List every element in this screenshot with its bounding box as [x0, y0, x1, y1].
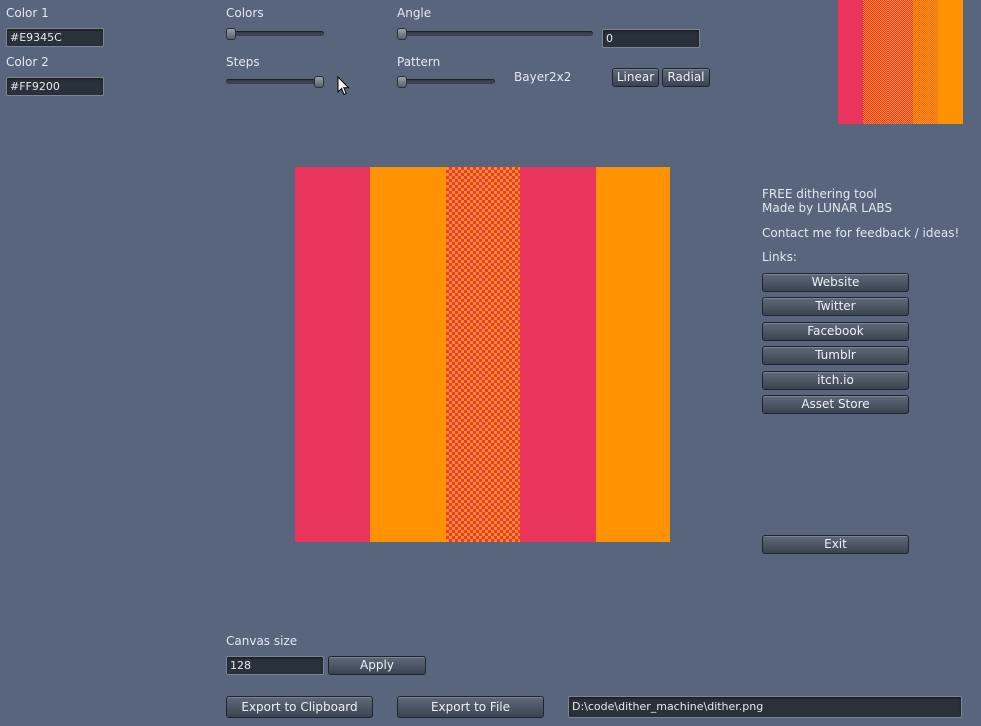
pattern-slider-track	[397, 79, 495, 84]
exit-button[interactable]: Exit	[762, 535, 909, 554]
colors-label: Colors	[226, 6, 264, 20]
colors-slider-track	[226, 31, 324, 36]
angle-label: Angle	[397, 6, 432, 20]
angle-value-field[interactable]: 0	[602, 29, 700, 48]
color1-field[interactable]: #E9345C	[6, 28, 104, 47]
pattern-slider-handle[interactable]	[397, 76, 407, 88]
steps-label: Steps	[226, 55, 260, 69]
thumbnail-band-2	[863, 0, 888, 124]
info-line-2: Made by LUNAR LABS	[762, 201, 893, 215]
color2-field[interactable]: #FF9200	[6, 77, 104, 96]
info-line-1: FREE dithering tool	[762, 187, 877, 201]
thumbnail-band-3	[888, 0, 913, 124]
twitter-button[interactable]: Twitter	[762, 297, 909, 316]
pattern-label: Pattern	[397, 55, 441, 69]
colors-slider[interactable]	[226, 27, 324, 41]
apply-button[interactable]: Apply	[328, 656, 426, 675]
linear-button[interactable]: Linear	[612, 68, 659, 87]
steps-slider[interactable]	[226, 75, 324, 89]
color2-label: Color 2	[6, 55, 49, 69]
facebook-button[interactable]: Facebook	[762, 322, 909, 341]
canvas-size-field[interactable]: 128	[226, 656, 324, 675]
dither-band-solid-color2	[596, 167, 670, 542]
dither-band-solid-color1	[295, 167, 370, 542]
pattern-name: Bayer2x2	[514, 70, 572, 84]
canvas-size-label: Canvas size	[226, 634, 298, 648]
itchio-button[interactable]: itch.io	[762, 371, 909, 390]
pattern-slider[interactable]	[397, 75, 495, 89]
color1-label: Color 1	[6, 6, 49, 20]
contact-text: Contact me for feedback / ideas!	[762, 226, 960, 240]
tumblr-button[interactable]: Tumblr	[762, 346, 909, 365]
colors-slider-handle[interactable]	[226, 28, 236, 40]
angle-slider[interactable]	[397, 27, 593, 41]
mouse-pointer-icon	[337, 76, 350, 96]
thumbnail-band-4	[913, 0, 938, 124]
steps-slider-track	[226, 79, 324, 84]
radial-button[interactable]: Radial	[662, 68, 710, 87]
export-path-field[interactable]: D:\code\dither_machine\dither.png	[568, 696, 962, 718]
export-file-button[interactable]: Export to File	[397, 696, 544, 718]
dither-canvas	[295, 167, 670, 542]
angle-slider-handle[interactable]	[397, 28, 407, 40]
export-clipboard-button[interactable]: Export to Clipboard	[226, 696, 373, 718]
thumbnail-band-5	[938, 0, 963, 124]
angle-slider-track	[397, 31, 593, 36]
dither-band-50	[446, 167, 520, 542]
thumbnail-band-1	[838, 0, 863, 124]
dither-band-25	[370, 167, 446, 542]
asset-store-button[interactable]: Asset Store	[762, 395, 909, 414]
thumbnail-preview	[838, 0, 963, 124]
dither-band-75	[520, 167, 596, 542]
steps-slider-handle[interactable]	[314, 76, 324, 88]
website-button[interactable]: Website	[762, 273, 909, 292]
links-label: Links:	[762, 250, 797, 264]
